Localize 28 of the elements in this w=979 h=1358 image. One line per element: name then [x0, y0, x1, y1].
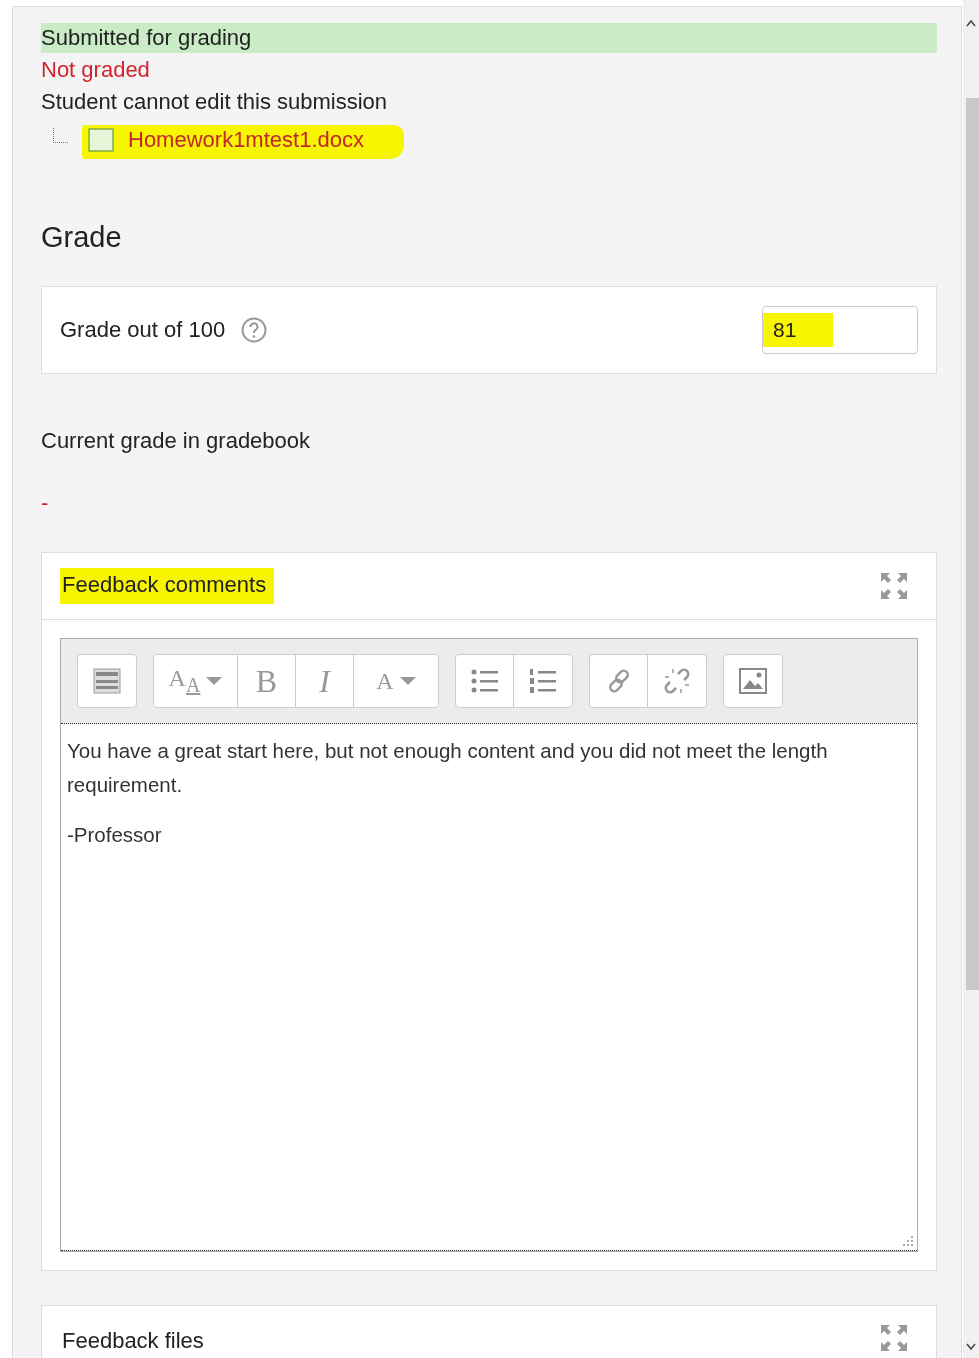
expand-icon[interactable]	[880, 1324, 908, 1352]
format-dropdown-button[interactable]: A$_{A}$	[154, 655, 238, 707]
grade-input[interactable]: 81	[762, 306, 918, 354]
bold-button[interactable]: B	[238, 655, 296, 707]
image-icon	[739, 668, 767, 694]
italic-button[interactable]: I	[296, 655, 354, 707]
comment-paragraph: -Professor	[67, 822, 163, 848]
feedback-comments-title: Feedback comments	[60, 568, 275, 604]
format-dropdown-button[interactable]: A	[354, 655, 438, 707]
numbered-list-icon	[529, 668, 557, 694]
scrollbar[interactable]	[963, 0, 979, 1358]
help-icon[interactable]	[241, 317, 268, 343]
comment-paragraph: You have a great start here, but not enough content and you did not meet the length requirement.	[67, 738, 829, 798]
table-icon	[93, 668, 121, 694]
submission-status: Submitted for grading	[41, 23, 937, 53]
edit-note: Student cannot edit this submission	[41, 88, 389, 116]
text-editor[interactable]: A$_{A}$ B I A You have a great start here, but not enough content and you did not meet the length requirement. -Professor	[60, 638, 918, 1252]
bulleted-list-icon	[470, 668, 499, 694]
expand-icon[interactable]	[880, 572, 908, 600]
resize-grip-icon[interactable]	[903, 1236, 913, 1246]
current-grade-label: Current grade in gradebook	[41, 428, 312, 454]
grade-label: Grade out of 100	[60, 317, 226, 343]
grading-status: Not graded	[41, 56, 151, 84]
unlink-icon	[663, 667, 691, 695]
feedback-files-title: Feedback files	[61, 1327, 205, 1355]
grade-heading: Grade	[41, 221, 123, 254]
editor-text-area[interactable]: You have a great start here, but not enough content and you did not meet the length requirement. -Professor	[61, 724, 917, 1251]
current-grade-value: -	[41, 489, 50, 517]
